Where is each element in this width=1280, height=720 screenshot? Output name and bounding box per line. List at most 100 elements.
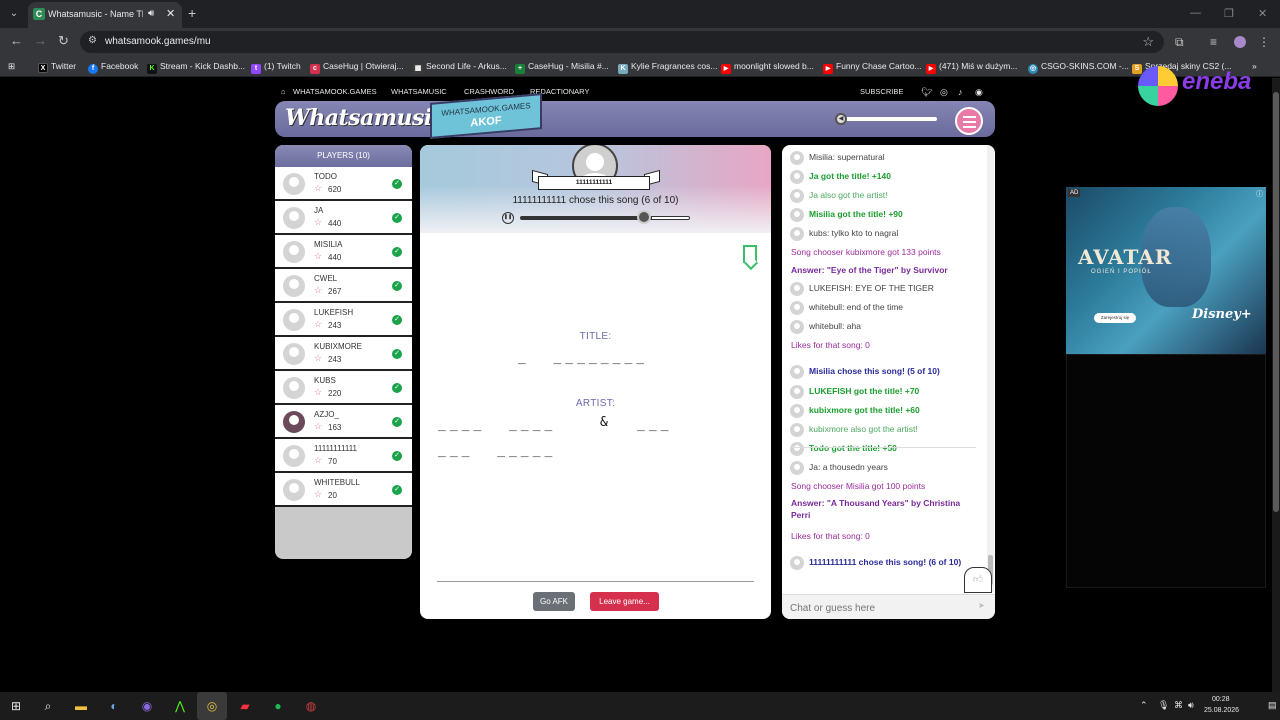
hamburger-menu-button[interactable] <box>955 107 983 135</box>
subscribe-link[interactable]: SUBSCRIBE <box>860 87 903 96</box>
windows-start-icon[interactable]: ⊞ <box>7 697 25 715</box>
nav-crashword[interactable]: CRASHWORD <box>464 87 514 96</box>
tray-overflow-icon[interactable]: ⌃ <box>1140 700 1148 711</box>
bookmark-twitter[interactable]: X Twitter <box>38 59 76 74</box>
home-icon[interactable]: ⌂ <box>281 87 286 96</box>
back-arrow-icon[interactable]: ← <box>10 34 23 48</box>
bookmark-twitch[interactable]: t (1) Twitch <box>251 59 301 74</box>
notifications-icon[interactable]: ▤ <box>1268 700 1277 711</box>
forward-arrow-icon[interactable]: → <box>34 34 47 48</box>
discord-icon[interactable]: ◉ <box>138 697 156 715</box>
new-tab-button[interactable]: + <box>188 6 196 20</box>
search-icon[interactable]: ⌕ <box>39 697 57 715</box>
player-row[interactable]: KUBS ☆ 220 ✓ <box>275 371 412 405</box>
nav-whatsamook-games[interactable]: WHATSAMOOK.GAMES <box>293 87 377 96</box>
discord-icon[interactable]: ◉ <box>975 87 983 98</box>
twitter-icon[interactable]: 🐦︎ <box>921 87 932 98</box>
close-window-icon[interactable]: ✕ <box>1258 7 1267 20</box>
bookmark-casehug-misilia[interactable]: + CaseHug - Misilia #... <box>515 59 609 74</box>
apps-grid-icon[interactable]: ⊞ <box>8 59 15 74</box>
chat-scrollbar[interactable] <box>987 145 994 592</box>
title-blanks: _ ________ <box>518 350 649 365</box>
bookmark-facebook[interactable]: f Facebook <box>88 59 138 74</box>
volume-icon[interactable]: 🔊︎ <box>1188 700 1194 711</box>
ad-info-icon[interactable]: ⓘ <box>1256 189 1263 199</box>
bookmark-funny-chase[interactable]: ▶ Funny Chase Cartoo... <box>823 59 922 74</box>
game-panel: 11111111111 11111111111 chose this song … <box>420 145 771 619</box>
bookmark-second-life[interactable]: ▦ Second Life - Arkus... <box>413 59 507 74</box>
reload-icon[interactable]: ↻ <box>58 34 69 48</box>
bookmark-casehug[interactable]: c CaseHug | Otwieraj... <box>310 59 404 74</box>
volume-speaker-icon[interactable]: ◀ <box>835 113 847 125</box>
chat-guess-input[interactable] <box>790 601 975 615</box>
star-icon: ☆ <box>314 285 323 295</box>
chrome-icon[interactable]: ◎ <box>203 697 221 715</box>
tab-close-icon[interactable]: ✕ <box>166 7 175 20</box>
bookmark-kick[interactable]: K Stream - Kick Dashb... <box>147 59 245 74</box>
bookmark-mis[interactable]: ▶ (471) Miś w dużym... <box>926 59 1017 74</box>
site-info-icon[interactable]: ⚙ <box>88 35 97 46</box>
chat-message: LUKEFISH: EYE OF THE TIGER <box>790 282 980 296</box>
player-avatar <box>283 207 305 229</box>
volume-slider[interactable]: ◀ <box>829 113 941 125</box>
extensions-puzzle-icon[interactable]: ⧉ <box>1175 35 1184 50</box>
bookmark-song-icon[interactable] <box>743 245 757 263</box>
address-bar[interactable]: ⚙ whatsamook.games/mu ☆ <box>80 31 1164 53</box>
kick-app-icon[interactable]: ⋀ <box>171 697 189 715</box>
page-scrollbar[interactable] <box>1272 78 1280 692</box>
url-text[interactable]: whatsamook.games/mu <box>105 36 211 47</box>
ad-banner[interactable]: AD ⓘ AVATAR OGIEŃ I POPIÓŁ Zarejestruj s… <box>1066 187 1266 354</box>
chat-message: Ja: a thousedn years <box>790 461 980 475</box>
leave-game-button[interactable]: Leave game... <box>590 592 659 611</box>
bookmark-star-icon[interactable]: ☆ <box>1142 34 1154 50</box>
tab-audio-icon[interactable]: 🔊︎ <box>148 8 154 19</box>
check-icon: ✓ <box>392 451 402 461</box>
pause-icon[interactable]: ❚❚ <box>502 212 514 224</box>
eneba-sponsor-logo[interactable]: eneba <box>1138 66 1268 114</box>
player-row[interactable]: KUBIXMORE ☆ 243 ✓ <box>275 337 412 371</box>
instagram-icon[interactable]: ◎ <box>940 87 948 98</box>
send-icon[interactable]: ➤ <box>978 601 985 610</box>
artist-blanks-line2: ___ _____ <box>438 443 557 458</box>
tiktok-icon[interactable]: ♪ <box>958 87 963 97</box>
steam-icon[interactable]: ◐ <box>105 697 123 715</box>
restore-icon[interactable]: ❐ <box>1224 7 1234 20</box>
player-row[interactable]: WHITEBULL ☆ 20 ✓ <box>275 473 412 507</box>
profile-avatar[interactable] <box>1234 36 1246 48</box>
media-control-icon[interactable]: ≡ <box>1210 35 1217 49</box>
minimize-icon[interactable]: — <box>1190 7 1201 19</box>
spotify-icon[interactable]: ● <box>269 697 287 715</box>
network-icon[interactable]: ⌘ <box>1174 700 1183 711</box>
microphone-icon[interactable]: 🎙︎ <box>1158 700 1169 711</box>
recording-app-icon[interactable]: ◍ <box>302 697 320 715</box>
player-row[interactable]: 11111111111 ☆ 70 ✓ <box>275 439 412 473</box>
go-afk-button[interactable]: Go AFK <box>533 592 575 611</box>
game-launcher-icon[interactable]: ▰ <box>236 697 254 715</box>
artist-ampersand: & <box>600 415 608 430</box>
browser-tab-active[interactable]: C Whatsamusic - Name That 🔊︎ ✕ <box>28 2 182 28</box>
whatsamusic-logo[interactable]: Whatsamusic <box>285 105 445 131</box>
bookmark-csgo-skins[interactable]: ◎ CSGO-SKINS.COM -... <box>1028 59 1129 74</box>
tab-list-chevron-icon[interactable]: ⌄ <box>6 6 22 22</box>
clock-date[interactable]: 25.08.2026 <box>1204 707 1239 714</box>
bookmark-kylie[interactable]: K Kylie Fragrances cos... <box>618 59 717 74</box>
player-points: 243 <box>328 355 342 364</box>
bookmark-moonlight[interactable]: ▶ moonlight slowed b... <box>721 59 814 74</box>
like-song-icon[interactable]: 👍︎ <box>964 567 992 593</box>
file-explorer-icon[interactable]: ▬ <box>72 697 90 715</box>
player-row[interactable]: JA ☆ 440 ✓ <box>275 201 412 235</box>
chat-message-text: Song chooser kubixmore got 133 points <box>791 247 941 257</box>
player-row[interactable]: AZJO_ ☆ 163 ✓ <box>275 405 412 439</box>
check-icon: ✓ <box>392 315 402 325</box>
volume-track[interactable] <box>841 117 937 121</box>
clock-time[interactable]: 00:28 <box>1212 696 1230 703</box>
web-page: ⌂ WHATSAMOOK.GAMES WHATSAMUSIC CRASHWORD… <box>0 66 1272 692</box>
player-row[interactable]: LUKEFISH ☆ 243 ✓ <box>275 303 412 337</box>
nav-whatsamusic[interactable]: WHATSAMUSIC <box>391 87 447 96</box>
player-row[interactable]: MISILIA ☆ 440 ✓ <box>275 235 412 269</box>
player-row[interactable]: CWEL ☆ 267 ✓ <box>275 269 412 303</box>
player-name: TODO <box>314 172 337 181</box>
ad-cta-button[interactable]: Zarejestruj się <box>1094 313 1136 323</box>
player-row[interactable]: TODO ☆ 620 ✓ <box>275 167 412 201</box>
browser-menu-icon[interactable]: ⋮ <box>1258 35 1270 49</box>
